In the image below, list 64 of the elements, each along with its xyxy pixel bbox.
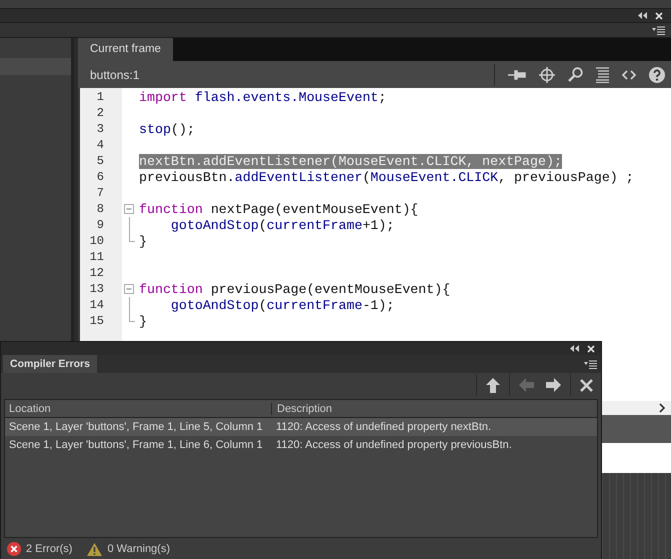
script-location: buttons:1 xyxy=(90,68,140,82)
column-header[interactable]: Location xyxy=(5,402,272,414)
error-row[interactable]: Scene 1, Layer 'buttons', Frame 1, Line 6, Column 1 1120: Access of undefined property previousBtn. xyxy=(5,436,597,454)
fold-end xyxy=(128,313,134,322)
code-line: } xyxy=(139,234,147,248)
line-number: 2 xyxy=(96,106,104,120)
collapse-icon[interactable] xyxy=(570,345,579,352)
code-line: import flash.events.MouseEvent; xyxy=(139,90,386,104)
error-count: 2 Error(s) xyxy=(26,543,72,555)
collapse-icon[interactable] xyxy=(638,12,647,19)
close-icon[interactable] xyxy=(655,12,663,20)
table-cell-text: 1120: Access of undefined property nextBtn. xyxy=(275,421,492,433)
panel-strip xyxy=(602,415,671,443)
line-number: 6 xyxy=(96,170,104,184)
column-header[interactable]: Description xyxy=(272,402,332,414)
line-number: 9 xyxy=(96,218,104,232)
chevron-right-icon[interactable] xyxy=(659,403,666,413)
line-number: 14 xyxy=(88,298,104,312)
code-line: gotoAndStop(currentFrame+1); xyxy=(170,218,394,232)
help-icon[interactable] xyxy=(649,66,665,82)
code-icon[interactable] xyxy=(622,70,636,80)
table-cell-text: 1120: Access of undefined property previousBtn. xyxy=(275,439,512,451)
line-number: 13 xyxy=(88,282,104,296)
line-number: 1 xyxy=(96,90,104,104)
line-number: 11 xyxy=(88,250,104,264)
pin-icon[interactable] xyxy=(508,68,526,80)
panel-menu-icon[interactable] xyxy=(652,26,665,34)
code-line: previousBtn.addEventListener(MouseEvent.CLICK, previousPage) ; xyxy=(139,170,634,184)
fold-icon[interactable] xyxy=(124,204,134,214)
error-row[interactable]: Scene 1, Layer 'buttons', Frame 1, Line 5, Column 1 1120: Access of undefined property nextBtn. xyxy=(5,418,597,436)
fold-line xyxy=(128,217,130,233)
line-number: 10 xyxy=(88,234,104,248)
close-icon[interactable] xyxy=(587,344,595,352)
warning-icon xyxy=(87,542,102,556)
table-cell-text: Scene 1, Layer 'buttons', Frame 1, Line 5, Column 1 xyxy=(8,421,264,433)
line-number: 3 xyxy=(96,122,104,136)
fold-end xyxy=(128,233,134,242)
panel-menu-icon[interactable] xyxy=(584,360,597,368)
close-icon[interactable] xyxy=(580,378,593,392)
line-number: 4 xyxy=(96,138,104,152)
error-icon xyxy=(7,542,21,556)
arrow-up-icon[interactable] xyxy=(486,378,500,392)
panel-tab[interactable]: Compiler Errors xyxy=(3,355,97,373)
table-cell-text: Scene 1, Layer 'buttons', Frame 1, Line 6, Column 1 xyxy=(8,439,264,451)
warning-count: 0 Warning(s) xyxy=(107,543,170,555)
line-number: 5 xyxy=(96,154,104,168)
line-number: 12 xyxy=(88,266,104,280)
target-icon[interactable] xyxy=(539,66,555,82)
code-line: function nextPage(eventMouseEvent){ xyxy=(139,202,418,216)
code-line: gotoAndStop(currentFrame-1); xyxy=(170,298,394,312)
line-number: 7 xyxy=(96,186,104,200)
line-number: 15 xyxy=(88,314,104,328)
scrollbar[interactable] xyxy=(602,401,671,415)
arrow-right-icon[interactable] xyxy=(546,378,561,392)
fold-line xyxy=(128,297,130,313)
lines-icon[interactable] xyxy=(596,66,609,82)
fold-icon[interactable] xyxy=(124,284,134,294)
search-icon[interactable] xyxy=(568,67,583,82)
stage-area xyxy=(602,443,671,473)
editor-tab[interactable]: Current frame xyxy=(78,38,173,61)
line-number: 8 xyxy=(96,202,104,216)
code-line: stop(); xyxy=(139,122,195,136)
code-line: function previousPage(eventMouseEvent){ xyxy=(139,282,450,296)
code-line: } xyxy=(139,314,147,328)
